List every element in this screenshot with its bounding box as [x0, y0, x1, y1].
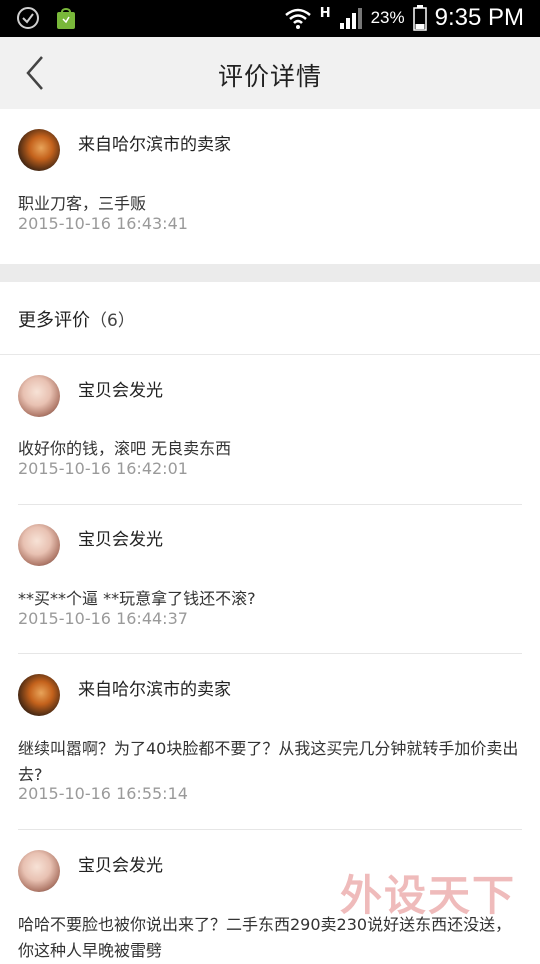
review-time: 2015-10-16 16:42:01 [18, 459, 188, 478]
battery-percent: 23% [370, 8, 405, 27]
shopping-bag-icon [57, 8, 75, 29]
review-time: 2015-10-16 16:55:14 [18, 784, 188, 803]
divider [18, 653, 522, 654]
review-text: 继续叫嚣啊？为了40块脸都不要了？从我这买完几分钟就转手加价卖出去? [18, 739, 519, 784]
reviewer-name: 宝贝会发光 [78, 856, 163, 876]
header-bar: 评价详情 [0, 37, 540, 109]
status-bar: H 23% 9:35 PM [0, 0, 540, 37]
avatar[interactable] [18, 850, 60, 892]
review-time: 2015-10-16 16:44:37 [18, 609, 188, 628]
review-text: 职业刀客，三手贩 [18, 194, 147, 213]
more-reviews-count: （6） [90, 311, 135, 331]
more-reviews-label: 更多评价 [18, 310, 90, 331]
review-time: 2015-10-16 16:43:41 [18, 214, 188, 233]
divider [0, 354, 540, 355]
section-divider [0, 264, 540, 282]
clock: 9:35 PM [434, 4, 524, 31]
more-reviews-title: 更多评价（6） [18, 306, 135, 332]
review-text: 收好你的钱，滚吧 无良卖东西 [18, 439, 232, 458]
avatar[interactable] [18, 674, 60, 716]
divider [18, 504, 522, 505]
signal-icon [339, 8, 362, 29]
reviewer-name: 来自哈尔滨市的卖家 [78, 680, 231, 700]
reviewer-name: 来自哈尔滨市的卖家 [78, 135, 231, 155]
watermark: 外设天下 [340, 871, 517, 920]
reviewer-name: 宝贝会发光 [78, 530, 163, 550]
page-title: 评价详情 [217, 62, 322, 91]
avatar[interactable] [18, 129, 60, 171]
avatar[interactable] [18, 375, 60, 417]
network-type-label: H [319, 5, 331, 21]
avatar[interactable] [18, 524, 60, 566]
check-circle-icon [17, 7, 39, 29]
battery-icon [412, 5, 427, 31]
wifi-icon [284, 8, 311, 29]
reviewer-name: 宝贝会发光 [78, 381, 163, 401]
review-text: **买**个逼 **玩意拿了钱还不滚? [18, 589, 256, 608]
divider [18, 829, 522, 830]
